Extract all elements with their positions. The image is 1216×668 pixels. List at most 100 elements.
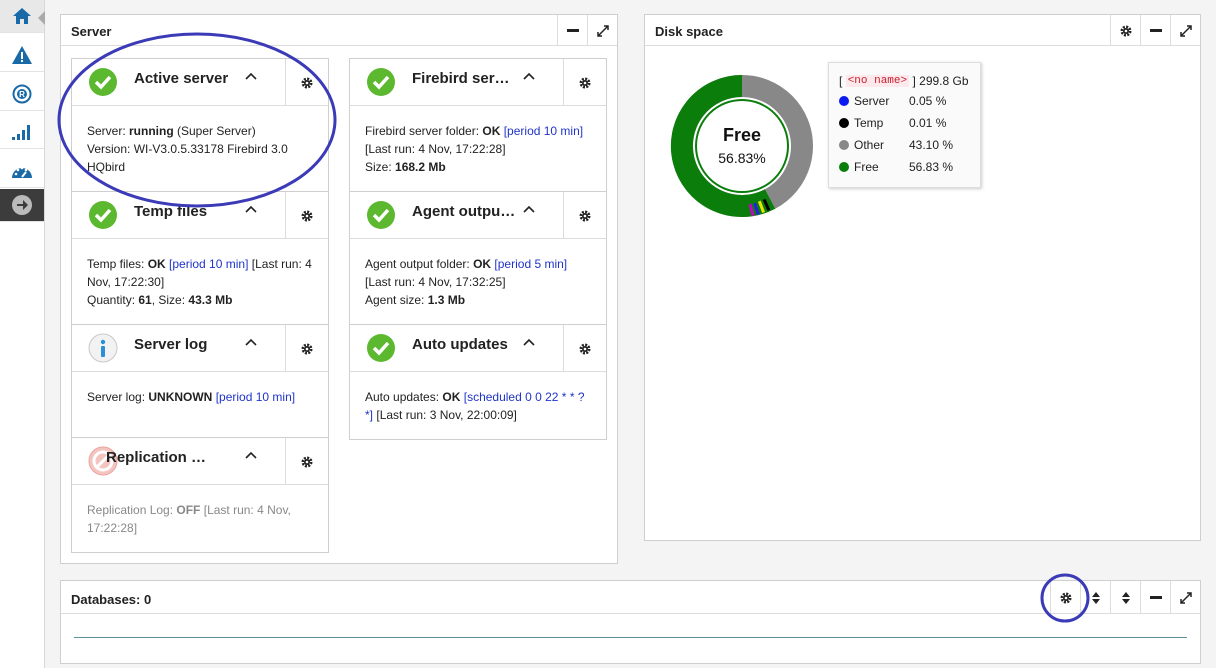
expand-button[interactable] <box>587 15 617 46</box>
label: Server log: <box>87 390 149 404</box>
status-value: OFF <box>176 503 201 517</box>
sidebar-item-collapse[interactable] <box>0 189 44 222</box>
last-run: [Last run: 4 Nov, 17:22:28] <box>365 142 506 156</box>
chevron-up-icon[interactable] <box>522 69 536 83</box>
card-settings-button[interactable] <box>563 325 606 372</box>
minimize-button[interactable] <box>557 15 587 46</box>
label: Firebird server folder: <box>365 124 483 138</box>
disk-panel-title: Disk space <box>655 24 723 39</box>
legend-volume-name: <no name> <box>845 75 910 87</box>
card-settings-button[interactable] <box>285 438 328 485</box>
minimize-button[interactable] <box>1140 15 1170 46</box>
databases-panel-title: Databases: 0 <box>71 592 152 607</box>
quantity-value: 61 <box>138 293 152 307</box>
label: Agent output folder: <box>365 257 474 271</box>
size-value: 168.2 Mb <box>395 160 446 174</box>
sidebar-item-dashboard[interactable] <box>0 155 44 188</box>
period-link[interactable]: [period 10 min] <box>216 390 295 404</box>
signal-icon <box>12 125 30 140</box>
highlight-circle <box>57 32 337 208</box>
gear-icon <box>301 343 313 354</box>
card-title: Firebird ser… <box>412 70 510 87</box>
donut-center-label: Free <box>723 125 761 145</box>
card-title: Auto updates <box>412 336 508 353</box>
sidebar-item-home[interactable] <box>0 0 45 33</box>
label: Quantity: <box>87 293 139 307</box>
card-temp-files: Temp files Temp files: OK [period 10 min… <box>71 191 329 325</box>
legend-value: 0.01 % <box>909 116 947 130</box>
gear-icon <box>579 210 591 221</box>
label: Replication Log: <box>87 503 177 517</box>
label: Size: <box>365 160 396 174</box>
label: Auto updates: <box>365 390 443 404</box>
sort-icon <box>1091 591 1100 604</box>
card-settings-button[interactable] <box>563 59 606 106</box>
info-icon <box>88 333 118 363</box>
gear-icon <box>301 210 313 221</box>
databases-panel-header: Databases: 0 <box>61 581 1200 614</box>
legend-item: Free 56.83 % <box>839 158 953 176</box>
legend-dot <box>839 118 849 128</box>
sidebar-item-replication[interactable]: R <box>0 78 44 111</box>
collapse-toggle-button[interactable] <box>1110 581 1140 614</box>
card-title: Server log <box>134 336 208 353</box>
legend-bracket: [ <box>839 74 843 88</box>
sort-icon <box>1121 591 1130 604</box>
status-value: OK <box>482 124 501 138</box>
period-link[interactable]: [period 5 min] <box>494 257 567 271</box>
label: Temp files: <box>87 257 148 271</box>
chevron-up-icon[interactable] <box>244 448 258 462</box>
expand-button[interactable] <box>1170 15 1200 46</box>
period-link[interactable]: [period 10 min] <box>169 257 248 271</box>
expand-icon <box>596 24 609 37</box>
expand-icon <box>1179 591 1192 604</box>
period-link[interactable]: [period 10 min] <box>504 124 583 138</box>
last-run: [Last run: 3 Nov, 22:00:09] <box>376 408 517 422</box>
gear-icon <box>1120 25 1131 36</box>
legend-value: 0.05 % <box>909 94 947 108</box>
size-value: 43.3 Mb <box>188 293 233 307</box>
legend-dot <box>839 162 849 172</box>
minimize-button[interactable] <box>1140 581 1170 614</box>
label: , Size: <box>151 293 189 307</box>
card-body: Replication Log: OFF [Last run: 4 Nov, 1… <box>87 501 316 537</box>
highlight-circle <box>1040 573 1090 623</box>
card-title: Agent outpu… <box>412 203 516 220</box>
donut-center-value: 56.83% <box>718 150 765 166</box>
gear-icon <box>579 343 591 354</box>
chevron-up-icon[interactable] <box>522 335 536 349</box>
minus-icon <box>1149 28 1162 32</box>
status-value: OK <box>147 257 166 271</box>
legend-name: Other <box>854 138 885 152</box>
legend-bracket: ] <box>912 74 916 88</box>
home-icon <box>13 8 31 24</box>
legend-dot <box>839 96 849 106</box>
legend-total: 299.8 Gb <box>919 74 969 88</box>
settings-button[interactable] <box>1110 15 1140 46</box>
legend-item: Server 0.05 % <box>839 92 946 110</box>
legend-item: Temp 0.01 % <box>839 114 946 132</box>
minus-icon <box>1149 595 1162 599</box>
status-value: UNKNOWN <box>148 390 213 404</box>
card-body: Server log: UNKNOWN [period 10 min] <box>87 388 316 406</box>
card-agent-output: Agent outpu… Agent output folder: OK [pe… <box>349 191 607 325</box>
label: Agent size: <box>365 293 428 307</box>
check-circle-icon <box>367 201 395 229</box>
disk-usage-donut: Free 56.83% <box>670 74 813 217</box>
chevron-up-icon[interactable] <box>522 202 536 216</box>
dashboard-icon <box>12 166 32 178</box>
disk-legend: [ <no name> ] 299.8 Gb Server 0.05 % Temp… <box>828 62 981 188</box>
chevron-up-icon[interactable] <box>244 335 258 349</box>
expand-button[interactable] <box>1170 581 1200 614</box>
warning-icon <box>12 46 32 64</box>
gear-icon <box>301 456 313 467</box>
donut-inner-ring <box>695 99 789 193</box>
last-run: [Last run: 4 Nov, 17:32:25] <box>365 275 506 289</box>
sidebar-item-performance[interactable] <box>0 116 44 149</box>
legend-value: 43.10 % <box>909 138 954 152</box>
sidebar-item-alerts[interactable] <box>0 39 44 72</box>
size-value: 1.3 Mb <box>427 293 466 307</box>
card-settings-button[interactable] <box>563 192 606 239</box>
card-body: Agent output folder: OK [period 5 min] [… <box>365 255 594 309</box>
card-settings-button[interactable] <box>285 325 328 372</box>
